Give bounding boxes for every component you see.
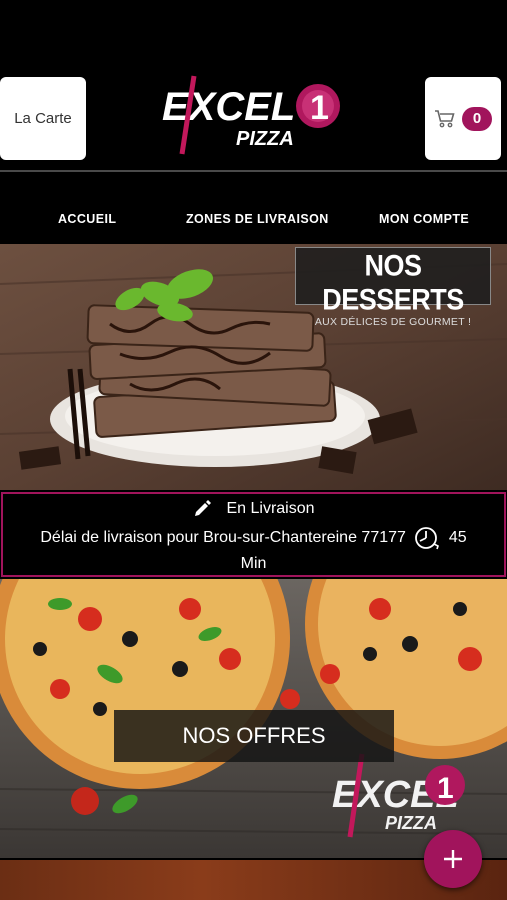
logo-subtext: PIZZA — [236, 128, 294, 150]
logo-number: 1 — [310, 89, 329, 127]
cart-button[interactable]: 0 — [425, 77, 501, 160]
excel-pizza-logo[interactable]: EXCEL 1 PIZZA — [160, 68, 350, 158]
nav-accueil[interactable]: ACCUEIL — [58, 212, 116, 226]
main-nav: ACCUEIL ZONES DE LIVRAISON MON COMPTE — [0, 174, 507, 244]
desserts-title: NOS DESSERTS — [322, 248, 464, 316]
desserts-label: NOS DESSERTS AUX DÉLICES DE GOURMET ! — [295, 247, 491, 328]
la-carte-button[interactable]: La Carte — [0, 77, 86, 160]
offers-logo-subtext: PIZZA — [385, 813, 437, 833]
clock-icon — [415, 526, 440, 550]
delivery-info[interactable]: En Livraison Délai de livraison pour Bro… — [1, 492, 506, 577]
nav-mon-compte[interactable]: MON COMPTE — [379, 212, 469, 226]
delivery-delay-value: 45 — [448, 529, 467, 546]
delivery-mode: En Livraison — [226, 500, 315, 517]
la-carte-label: La Carte — [14, 110, 72, 127]
cart-icon — [435, 109, 455, 127]
desserts-subtitle: AUX DÉLICES DE GOURMET ! — [314, 316, 472, 328]
desserts-banner[interactable]: NOS DESSERTS AUX DÉLICES DE GOURMET ! — [0, 244, 507, 490]
nos-offres-button[interactable]: NOS OFFRES — [114, 710, 394, 762]
nos-offres-label: NOS OFFRES — [182, 723, 326, 748]
nav-zones-de-livraison[interactable]: ZONES DE LIVRAISON — [186, 212, 329, 226]
add-fab-button[interactable] — [424, 830, 482, 888]
app-header: La Carte EXCEL 1 PIZZA 0 — [0, 0, 507, 172]
delivery-delay-text: Délai de livraison pour Brou-sur-Chanter… — [40, 529, 406, 546]
plus-icon — [444, 850, 462, 868]
logo-text: EXCEL — [162, 85, 295, 129]
offers-logo-number: 1 — [437, 772, 454, 805]
pencil-icon[interactable] — [192, 499, 212, 519]
cart-count-badge: 0 — [462, 106, 492, 131]
delivery-delay-unit: Min — [240, 555, 267, 572]
